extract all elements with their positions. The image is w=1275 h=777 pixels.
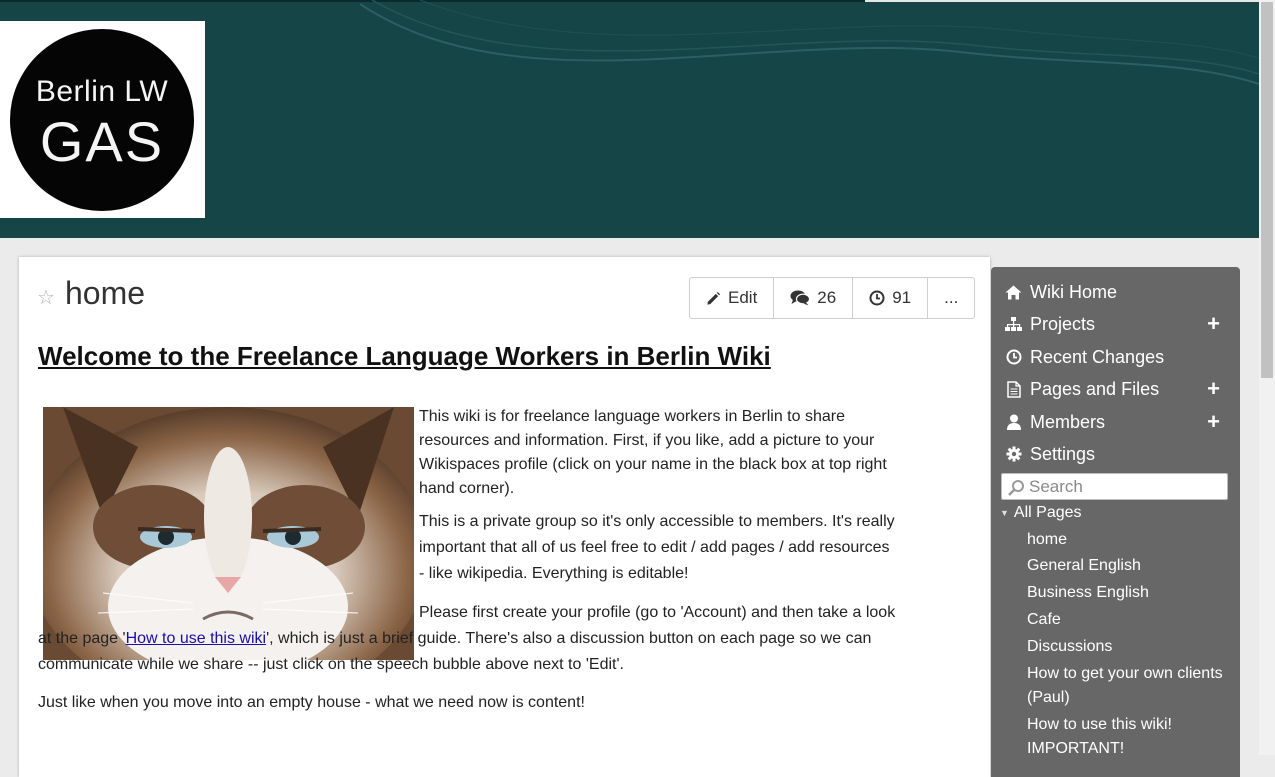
home-icon — [1005, 284, 1022, 301]
logo-badge: Berlin LW GAS — [10, 29, 194, 211]
how-to-use-wiki-link[interactable]: How to use this wiki — [126, 630, 267, 647]
sidebar-item-label: Projects — [1030, 313, 1096, 334]
sidebar-item-label: Recent Changes — [1030, 346, 1165, 367]
caret-down-icon: ▼ — [1000, 508, 1009, 518]
sidebar-item-settings[interactable]: Settings — [1005, 441, 1230, 467]
gear-icon — [1005, 446, 1022, 463]
more-label: ... — [944, 288, 959, 307]
sidebar-item-wiki-home[interactable]: Wiki Home — [1005, 279, 1230, 305]
sidebar-item-members[interactable]: Members + — [1005, 409, 1230, 435]
page-link[interactable]: How to get your own clients (Paul) — [1027, 662, 1232, 710]
page-link[interactable]: Cafe — [1027, 608, 1232, 632]
page-title: home — [65, 275, 146, 311]
sidebar-item-label: Members — [1030, 411, 1106, 432]
logo-text-line2: GAS — [39, 110, 165, 173]
welcome-heading: Welcome to the Freelance Language Worker… — [38, 341, 771, 371]
search-field[interactable] — [1001, 473, 1228, 500]
history-count: 91 — [892, 288, 912, 307]
page-toolbar: Edit 26 91 ... — [689, 277, 976, 319]
user-icon — [1005, 414, 1022, 431]
star-icon[interactable]: ☆ — [37, 285, 55, 310]
edit-label: Edit — [728, 288, 758, 307]
add-page-icon[interactable]: + — [1207, 377, 1220, 401]
add-project-icon[interactable]: + — [1207, 312, 1220, 336]
history-button[interactable]: 91 — [853, 278, 929, 318]
edit-button[interactable]: Edit — [690, 278, 775, 318]
private-group-paragraph: This is a private group so it's only acc… — [419, 513, 895, 582]
all-pages-toggle[interactable]: ▼ All Pages — [1000, 504, 1082, 522]
page-link[interactable]: Discussions — [1027, 635, 1232, 659]
content-paragraph: Just like when you move into an empty ho… — [38, 694, 585, 711]
page-scrollbar[interactable] — [1259, 0, 1275, 755]
intro-paragraph: This wiki is for freelance language work… — [419, 408, 887, 497]
sidebar-item-label: Pages and Files — [1030, 378, 1160, 399]
pencil-icon — [707, 291, 721, 305]
main-content: ☆ home Edit 26 91 ... Welcome to the Fre… — [19, 257, 990, 777]
page-link[interactable]: How to use this wiki! — [1027, 713, 1232, 737]
site-logo[interactable]: Berlin LW GAS — [0, 21, 205, 218]
page-link[interactable]: IMPORTANT! — [1027, 737, 1232, 761]
page-body: This wiki is for freelance language work… — [38, 405, 898, 716]
page-link[interactable]: home — [1027, 528, 1232, 552]
clock-icon — [869, 290, 885, 306]
more-button[interactable]: ... — [928, 278, 974, 318]
sidebar: Wiki Home Projects + Recent Changes Page… — [991, 267, 1240, 777]
comments-count: 26 — [817, 288, 837, 307]
sidebar-item-label: Settings — [1030, 443, 1096, 464]
all-pages-label: All Pages — [1013, 504, 1082, 521]
page-link[interactable]: General English — [1027, 554, 1232, 578]
site-header: Berlin LW GAS — [0, 0, 1259, 238]
scrollbar-thumb[interactable] — [1261, 2, 1273, 378]
search-icon — [1008, 480, 1024, 496]
profile-paragraph: Please first create your profile (go to … — [38, 600, 898, 678]
page-link[interactable]: Business English — [1027, 581, 1232, 605]
clock-icon — [1005, 349, 1022, 366]
add-member-icon[interactable]: + — [1207, 410, 1220, 434]
sidebar-item-pages-and-files[interactable]: Pages and Files + — [1005, 376, 1230, 402]
search-input[interactable] — [1029, 476, 1219, 497]
logo-text-line1: Berlin LW — [35, 75, 169, 108]
sidebar-item-recent-changes[interactable]: Recent Changes — [1005, 344, 1230, 370]
file-icon — [1005, 380, 1022, 398]
sidebar-item-projects[interactable]: Projects + — [1005, 311, 1230, 337]
sitemap-icon — [1005, 316, 1022, 333]
speech-bubble-icon — [790, 290, 811, 306]
comments-button[interactable]: 26 — [774, 278, 854, 318]
sidebar-item-label: Wiki Home — [1030, 281, 1118, 302]
